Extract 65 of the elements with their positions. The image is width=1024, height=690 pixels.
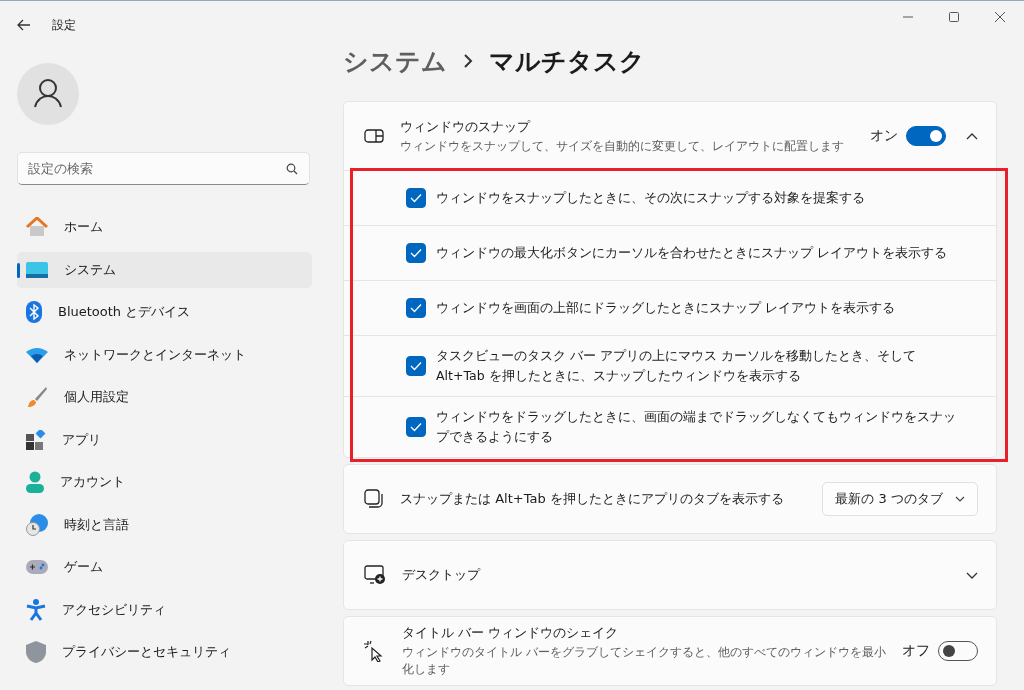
checkbox-label: ウィンドウの最大化ボタンにカーソルを合わせたときにスナップ レイアウトを表示する: [436, 244, 947, 262]
shield-icon: [26, 641, 46, 664]
nav-item[interactable]: アクセシビリティ: [17, 591, 312, 628]
desktop-add-icon: [364, 565, 386, 585]
nav-item[interactable]: プライバシーとセキュリティ: [17, 634, 312, 671]
toggle-switch[interactable]: [938, 641, 978, 661]
house-icon: [26, 217, 48, 238]
nav-item[interactable]: 時刻と言語: [17, 506, 312, 543]
checkbox[interactable]: [406, 298, 426, 318]
accessibility-icon: [26, 598, 46, 621]
chevron-down-icon: [955, 496, 965, 502]
checkmark-icon: [410, 193, 422, 203]
search-field[interactable]: 設定の検索: [17, 152, 310, 185]
checkbox-label: ウィンドウをドラッグしたときに、画面の端までドラッグしなくてもウィンドウをスナップできるようにする: [436, 408, 957, 446]
window-title: 設定: [52, 16, 76, 34]
page-title: マルチタスク: [489, 45, 645, 78]
snap-window-icon: [364, 129, 384, 143]
setting-title: デスクトップ: [402, 566, 482, 584]
cursor-shake-icon: [364, 640, 386, 662]
checkbox[interactable]: [406, 243, 426, 263]
toggle-switch[interactable]: [906, 126, 946, 146]
bluetooth-icon: [26, 301, 42, 324]
avatar-icon[interactable]: [17, 63, 79, 125]
checkbox-label: タスクビューのタスク バー アプリの上にマウス カーソルを移動したとき、そして Alt+Tab を押したときに、スナップしたウィンドウを表示する: [436, 347, 917, 385]
globe-clock-icon: [26, 513, 48, 536]
setting-description: ウィンドウのタイトル バーをグラブしてシェイクすると、他のすべてのウィンドウを最小化します: [402, 644, 886, 678]
chevron-right-icon: [463, 53, 473, 69]
person-icon: [26, 471, 44, 494]
chevron-down-icon[interactable]: [966, 571, 978, 579]
monitor-icon: [26, 261, 48, 278]
close-icon[interactable]: [994, 11, 1006, 23]
checkmark-icon: [410, 303, 422, 313]
setting-title: スナップまたは Alt+Tab を押したときにアプリのタブを表示する: [400, 490, 785, 508]
nav-item[interactable]: ネットワークとインターネット: [17, 336, 312, 373]
breadcrumb-link[interactable]: システム: [343, 44, 447, 78]
paintbrush-icon: [26, 386, 48, 409]
checkmark-icon: [410, 361, 422, 371]
checkmark-icon: [410, 248, 422, 258]
nav-item[interactable]: Bluetooth とデバイス: [17, 294, 312, 331]
wifi-icon: [26, 346, 48, 363]
back-arrow-icon[interactable]: [17, 19, 31, 31]
apps-icon: [26, 429, 46, 450]
toggle-label: オフ: [902, 642, 930, 660]
chevron-up-icon[interactable]: [966, 132, 978, 140]
nav-item[interactable]: ゲーム: [17, 549, 312, 586]
setting-title: ウィンドウのスナップ: [400, 117, 532, 136]
toggle-label: オン: [870, 127, 898, 145]
search-icon: [286, 163, 298, 175]
gamepad-icon: [26, 560, 48, 575]
checkmark-icon: [410, 422, 422, 432]
nav-item[interactable]: システム: [17, 251, 312, 288]
setting-description: ウィンドウをスナップして、サイズを自動的に変更して、レイアウトに配置します: [400, 137, 845, 155]
nav-item[interactable]: ホーム: [17, 209, 312, 246]
dropdown[interactable]: 最新の 3 つのタブ: [822, 482, 978, 516]
checkbox[interactable]: [406, 417, 426, 437]
setting-title: タイトル バー ウィンドウのシェイク: [402, 624, 620, 642]
nav-item[interactable]: アプリ: [17, 421, 312, 458]
maximize-icon[interactable]: [948, 11, 960, 23]
checkbox-label: ウィンドウをスナップしたときに、その次にスナップする対象を提案する: [436, 189, 865, 207]
stacked-windows-icon: [364, 489, 384, 509]
nav-item[interactable]: 個人用設定: [17, 379, 312, 416]
checkbox[interactable]: [406, 356, 426, 376]
nav-item[interactable]: アカウント: [17, 464, 312, 501]
checkbox[interactable]: [406, 188, 426, 208]
checkbox-label: ウィンドウを画面の上部にドラッグしたときにスナップ レイアウトを表示する: [436, 299, 895, 317]
